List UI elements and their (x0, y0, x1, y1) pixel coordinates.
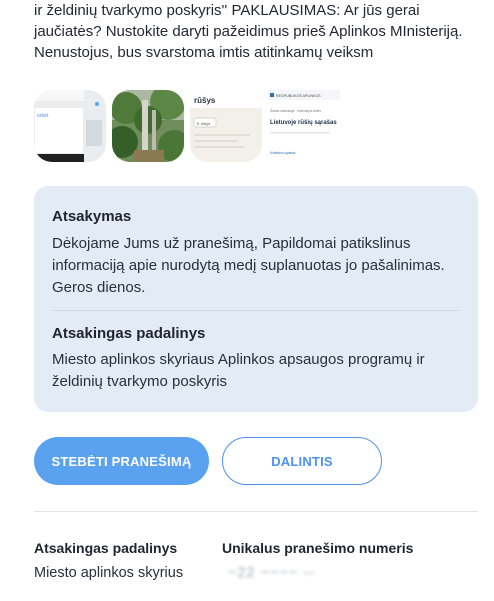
webpage-screenshot-icon: rūšys Tr rūšys (190, 90, 262, 162)
attachment-gallery: orbet rūšys Tr rūšys REGPUBLIKOS APLINKO… (34, 90, 354, 162)
thumb4-heading: Lietuvoje rūšių sąrašas (270, 120, 337, 126)
responsible-unit-text: Miesto aplinkos skyriaus Aplinkos apsaug… (52, 351, 425, 390)
report-detail-page: ir želdinių tvarkymo poskyris'' PAKLAUSI… (0, 0, 494, 601)
follow-report-button[interactable]: STEBĖTI PRANEŠIMĄ (34, 437, 209, 485)
tree-photo-icon (112, 90, 184, 162)
info-unit-value: Miesto aplinkos skyrius (34, 565, 184, 581)
share-button[interactable]: DALINTIS (222, 437, 382, 485)
attachment-thumbnail-4[interactable]: REGPUBLIKOS APLINKOS Šanda instrukcija ·… (268, 90, 340, 162)
card-divider (52, 310, 460, 311)
attachment-thumbnail-2[interactable] (112, 90, 184, 162)
info-number-value: ~22 ~~~~ -- (228, 565, 316, 581)
info-number-label: Unikalus pranešimo numeris (222, 540, 414, 556)
info-unit-label: Atsakingas padalinys (34, 540, 178, 556)
thumb4-topbar: REGPUBLIKOS APLINKOS (276, 94, 321, 98)
responsible-unit-heading: Atsakingas padalinys (52, 325, 206, 342)
answer-heading: Atsakymas (52, 208, 132, 225)
thumb4-link: Koliekinis sąrašas (270, 151, 296, 155)
thumb3-chip: Tr rūšys (196, 121, 210, 126)
thumb4-crumbs: Šanda instrukcija · Inomacijos Aldes (270, 108, 321, 113)
answer-text: Dėkojame Jums už pranešimą, Papildomai p… (52, 235, 445, 296)
section-divider (34, 511, 478, 512)
screenshot-thumbnail-icon: orbet (34, 90, 106, 162)
thumb3-heading: rūšys (194, 96, 216, 105)
attachment-thumbnail-1[interactable]: orbet (34, 90, 106, 162)
attachment-thumbnail-3[interactable]: rūšys Tr rūšys (190, 90, 262, 162)
document-screenshot-icon: REGPUBLIKOS APLINKOS Šanda instrukcija ·… (268, 90, 340, 162)
svg-text:orbet: orbet (37, 113, 49, 119)
report-description: ir želdinių tvarkymo poskyris'' PAKLAUSI… (34, 2, 463, 61)
answer-card: Atsakymas Dėkojame Jums už pranešimą, Pa… (34, 186, 478, 412)
